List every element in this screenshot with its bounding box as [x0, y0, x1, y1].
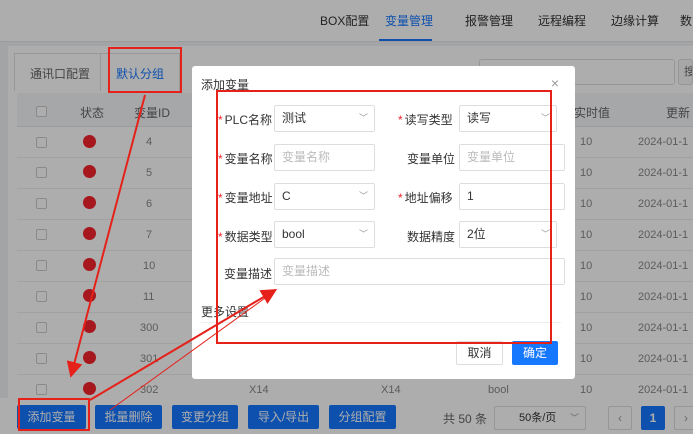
cancel-button[interactable]: 取消	[456, 341, 503, 365]
close-icon[interactable]: ×	[551, 75, 559, 91]
annotation-box-form	[216, 90, 552, 344]
annotation-box-default-group	[108, 47, 182, 93]
annotation-box-add-button	[18, 398, 90, 431]
confirm-button[interactable]: 确定	[512, 341, 558, 365]
